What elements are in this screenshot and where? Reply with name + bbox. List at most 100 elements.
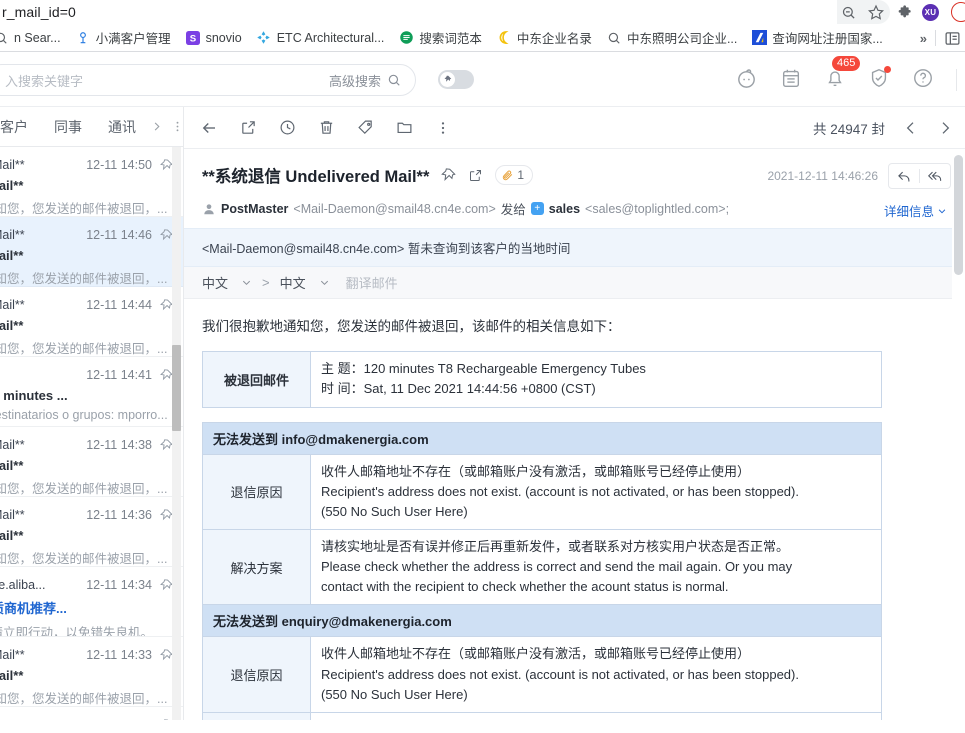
tag-icon[interactable] [357,119,374,136]
tabs-overflow[interactable] [151,120,183,133]
bounce-detail-table: 退信原因 收件人邮箱地址不存在（或邮箱账户没有激活，或邮箱账号已经停止使用） R… [202,453,882,606]
tab-colleagues[interactable]: 同事 [41,117,95,137]
solution-label: 解决方案 [202,711,311,720]
address-bar-url[interactable]: r_mail_id=0 [0,4,76,20]
snovio-icon: S [185,30,201,46]
source-language-select[interactable]: 中文 [202,273,252,292]
table-row: 被退回邮件 主 题：120 minutes T8 Rechargeable Em… [202,351,882,408]
paperclip-icon [503,169,513,180]
list-item-from: Mail** [0,298,25,312]
expand-recipients-icon[interactable]: + [530,202,544,215]
translate-mail-button[interactable]: 翻译邮件 [346,273,398,292]
list-item[interactable]: Mail** 12-11 14:50 Mail** 通知您，您发送的邮件被退回，… [0,147,183,217]
list-item[interactable]: 12-11 14:32 [0,707,183,720]
advanced-search-button[interactable]: 高级搜索 [329,71,401,90]
pin-icon [444,75,452,82]
bookmark-label: 查询网址注册国家... [772,32,883,46]
bookmarks-overflow-button[interactable]: » [920,31,927,46]
bookmark-label: n Sear... [14,30,61,45]
target-language-select[interactable]: 中文 [280,273,330,292]
bookmark-label: 中东照明公司企业... [626,32,738,46]
bookmark-item[interactable]: 小满客户管理 [68,26,178,49]
attachment-chip[interactable]: 1 [495,165,534,185]
sender-name[interactable]: PostMaster [221,202,288,216]
divider [935,30,936,46]
open-external-icon[interactable] [468,168,483,183]
more-vertical-icon[interactable] [435,120,451,136]
etc-icon [256,30,272,46]
secondary-avatar[interactable] [951,2,965,22]
previous-mail-icon[interactable] [903,120,919,136]
reason-label: 退信原因 [202,636,311,713]
back-arrow-icon[interactable] [200,119,218,137]
reason-value: 收件人邮箱地址不存在（或邮箱账户没有激活，或邮箱账号已经停止使用） Recipi… [310,636,882,713]
bookmark-item[interactable]: 搜索词范本 [391,26,489,49]
clock-icon[interactable] [279,119,296,136]
bounce-detail-table: 退信原因 收件人邮箱地址不存在（或邮箱账户没有激活，或邮箱账号已经停止使用） R… [202,636,882,720]
list-scrollbar[interactable] [172,147,181,720]
list-item[interactable]: Mail** 12-11 14:46 Mail** 通知您，您发送的邮件被退回，… [0,217,183,287]
extensions-puzzle-icon[interactable] [898,4,914,20]
bookmark-item[interactable]: 中东企业名录 [489,26,599,49]
robot-face-icon[interactable] [735,67,758,93]
xiaoman-icon [75,30,91,46]
reply-icon[interactable] [889,169,919,184]
local-time-info-bar: <Mail-Daemon@smail48.cn4e.com> 暂未查询到该客户的… [184,228,965,267]
list-item[interactable]: Mail** 12-11 14:33 Mail** 通知您，您发送的邮件被退回，… [0,637,183,707]
view-toggle-switch[interactable] [438,70,474,89]
next-mail-icon[interactable] [937,120,953,136]
bookmark-item[interactable]: 中东照明公司企业... [599,26,744,49]
list-item-subject: Mail** [0,318,24,333]
reply-all-icon[interactable] [920,169,950,184]
bookmark-star-icon[interactable] [868,4,884,20]
mail-body: 我们很抱歉地通知您，您发送的邮件被退回，该邮件的相关信息如下： 被退回邮件 主 … [184,299,965,720]
bookmark-item[interactable]: n Sear... [0,28,68,48]
advanced-search-label: 高级搜索 [328,73,381,89]
list-item[interactable]: Mail** 12-11 14:44 Mail** 通知您，您发送的邮件被退回，… [0,287,183,357]
sender-row: PostMaster <Mail-Daemon@smail48.cn4e.com… [202,199,947,228]
bookmark-item[interactable]: ETC Architectural... [249,28,392,48]
solution-line: contact with the recipient to check whet… [321,579,729,595]
undeliverable-heading: 无法发送到 info@dmakenergia.com [202,421,882,454]
list-scrollbar-thumb[interactable] [172,345,181,431]
tab-contacts[interactable]: 通讯 [95,117,149,137]
zoom-out-icon[interactable] [841,5,856,20]
header-icon-group: 465 [735,52,957,107]
pin-icon[interactable] [441,167,457,183]
reading-toolbar: 共 24947 封 [184,107,965,149]
profile-avatar[interactable]: XU [922,3,939,21]
list-item[interactable]: ce.aliba... 12-11 14:34 优质商机推荐... ！请立即行动… [0,567,183,637]
reason-line: (550 No Such User Here) [321,686,468,702]
help-icon[interactable] [912,67,934,92]
shield-icon[interactable] [868,66,891,92]
divider [956,68,957,91]
list-item-snippet: s destinatarios o grupos: mporro... [0,408,168,422]
bookmark-item[interactable]: S snovio [178,28,249,48]
mail-header-right: 2021-12-11 14:46:26 [767,163,951,189]
list-item[interactable]: Mail** 12-11 14:38 Mail** 通知您，您发送的邮件被退回，… [0,427,183,497]
bookmark-item[interactable]: 查询网址注册国家... [744,26,889,49]
reading-list-icon[interactable] [944,30,961,47]
search-input[interactable]: 入搜索关键字 高级搜索 [0,64,416,96]
trash-icon[interactable] [318,119,335,136]
list-item[interactable]: 12-11 14:41 120 minutes ... s destinatar… [0,357,183,427]
recipient-name[interactable]: sales [549,202,580,216]
mail-timestamp: 2021-12-11 14:46:26 [767,169,878,183]
reading-pane-scrollbar[interactable] [952,149,965,720]
bell-icon[interactable]: 465 [824,56,861,92]
list-item-time: 12-11 14:38 [86,438,152,452]
yellow-moon-icon [496,30,512,46]
tab-customers[interactable]: 客户 [0,117,41,137]
forward-share-icon[interactable] [240,119,257,136]
details-link[interactable]: 详细信息 [884,201,947,220]
reason-value: 收件人邮箱地址不存在（或邮箱账户没有激活，或邮箱账号已经停止使用） Recipi… [310,453,882,530]
calendar-icon[interactable] [780,67,802,92]
reading-pane-scrollbar-thumb[interactable] [954,155,963,275]
source-language-value: 中文 [202,276,229,291]
list-item-subject: Mail** [0,458,24,473]
solution-value: 请核实地址是否有误并修正后再重新发件，或者联系对方核实用户状态是否正常。 Ple… [310,711,882,720]
list-item-subject: 优质商机推荐... [0,601,67,616]
list-item-time: 12-11 14:36 [86,508,152,522]
list-item[interactable]: Mail** 12-11 14:36 Mail** 通知您，您发送的邮件被退回，… [0,497,183,567]
folder-icon[interactable] [396,119,413,136]
